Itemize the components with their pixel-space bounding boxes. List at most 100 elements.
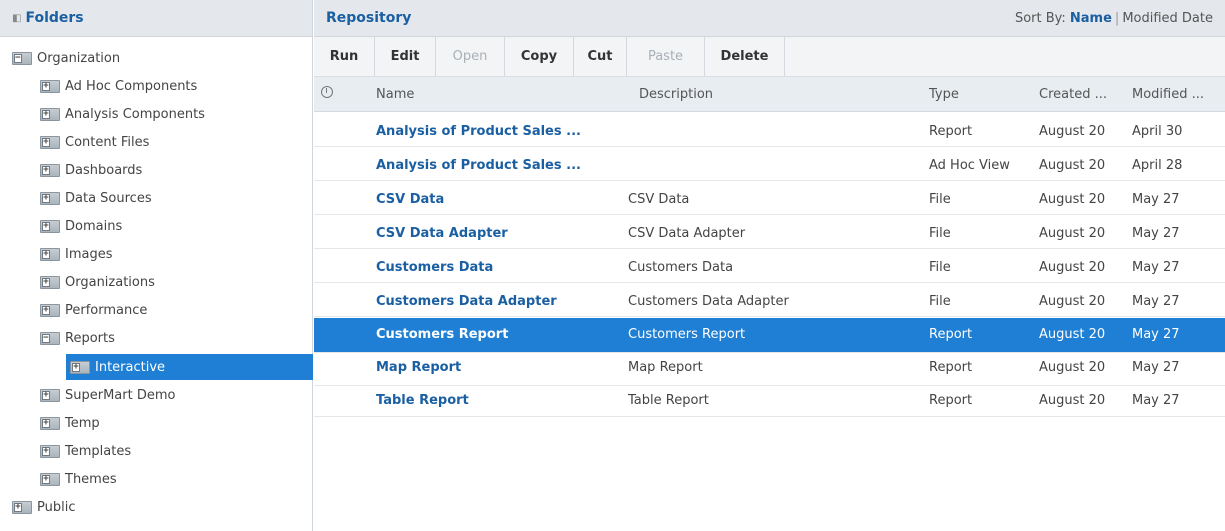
- resource-type: Report: [929, 327, 973, 342]
- cut-button[interactable]: Cut: [574, 37, 627, 76]
- open-button[interactable]: Open: [436, 37, 505, 76]
- tree-item-content-files[interactable]: + Content Files: [40, 129, 149, 155]
- resource-created: August 20: [1039, 294, 1106, 309]
- table-row[interactable]: Customers Data Adapter Customers Data Ad…: [314, 288, 1225, 317]
- folder-icon[interactable]: +: [40, 388, 60, 402]
- column-header-created[interactable]: Created ...: [1039, 87, 1107, 102]
- column-header-type[interactable]: Type: [929, 87, 959, 102]
- tree-item-label: Interactive: [95, 359, 166, 375]
- folder-icon[interactable]: +: [40, 107, 60, 121]
- tree-item-label: Templates: [65, 443, 132, 459]
- tree-item-dashboards[interactable]: + Dashboards: [40, 157, 142, 183]
- resource-created: August 20: [1039, 158, 1106, 173]
- resource-created: August 20: [1039, 360, 1106, 375]
- resource-type: Report: [929, 124, 973, 139]
- delete-button[interactable]: Delete: [705, 37, 785, 76]
- resource-modified: May 27: [1132, 192, 1180, 207]
- table-row[interactable]: CSV Data Adapter CSV Data Adapter File A…: [314, 220, 1225, 249]
- folder-icon[interactable]: +: [40, 135, 60, 149]
- collapse-panel-icon[interactable]: ◧: [12, 13, 21, 24]
- tree-item-domains[interactable]: + Domains: [40, 213, 122, 239]
- folder-icon[interactable]: +: [40, 163, 60, 177]
- resource-name-link[interactable]: Customers Report: [376, 327, 508, 342]
- tree-item-label: Performance: [65, 302, 148, 318]
- column-header-description[interactable]: Description: [639, 87, 713, 102]
- tree-item-label: Content Files: [65, 134, 150, 150]
- folder-icon[interactable]: +: [40, 275, 60, 289]
- table-row[interactable]: Analysis of Product Sales ... Report Aug…: [314, 118, 1225, 147]
- tree-item-ad-hoc-components[interactable]: + Ad Hoc Components: [40, 73, 197, 99]
- tree-item-analysis-components[interactable]: + Analysis Components: [40, 101, 205, 127]
- resource-name-link[interactable]: Analysis of Product Sales ...: [376, 124, 581, 139]
- tree-item-supermart-demo[interactable]: + SuperMart Demo: [40, 382, 175, 408]
- tree-item-organizations[interactable]: + Organizations: [40, 269, 155, 295]
- toolbar: Run Edit Open Copy Cut Paste Delete: [314, 37, 1225, 77]
- resource-created: August 20: [1039, 124, 1106, 139]
- table-row[interactable]: Customers Data Customers Data File Augus…: [314, 254, 1225, 283]
- tree-item-label: Dashboards: [65, 162, 143, 178]
- resource-name-link[interactable]: Customers Data: [376, 260, 493, 275]
- resource-created: August 20: [1039, 393, 1106, 408]
- sort-controls: Sort By: Name | Modified Date: [1015, 11, 1213, 26]
- column-header-modified[interactable]: Modified ...: [1132, 87, 1204, 102]
- folder-icon[interactable]: +: [40, 303, 60, 317]
- tree-item-interactive[interactable]: + Interactive: [66, 354, 313, 380]
- table-row[interactable]: Map Report Map Report Report August 20 M…: [314, 354, 1225, 386]
- paste-button[interactable]: Paste: [627, 37, 705, 76]
- folder-icon[interactable]: +: [12, 500, 32, 514]
- resource-name-link[interactable]: Map Report: [376, 360, 461, 375]
- tree-item-label: Data Sources: [65, 190, 152, 206]
- tree-item-organization[interactable]: − Organization: [12, 45, 120, 71]
- tree-item-performance[interactable]: + Performance: [40, 297, 147, 323]
- resource-description: Customers Data Adapter: [628, 294, 789, 309]
- folder-icon[interactable]: +: [70, 360, 90, 374]
- folder-icon[interactable]: +: [40, 247, 60, 261]
- resource-type: Report: [929, 393, 973, 408]
- tree-item-templates[interactable]: + Templates: [40, 438, 131, 464]
- resource-name-link[interactable]: Table Report: [376, 393, 469, 408]
- tree-item-data-sources[interactable]: + Data Sources: [40, 185, 152, 211]
- folder-icon[interactable]: +: [40, 219, 60, 233]
- tree-item-themes[interactable]: + Themes: [40, 466, 117, 492]
- folder-expanded-icon[interactable]: −: [40, 331, 60, 345]
- edit-button[interactable]: Edit: [375, 37, 436, 76]
- folder-icon[interactable]: +: [40, 416, 60, 430]
- tree-item-reports[interactable]: − Reports: [40, 325, 115, 351]
- table-row[interactable]: CSV Data CSV Data File August 20 May 27: [314, 186, 1225, 215]
- resource-description: CSV Data: [628, 192, 690, 207]
- resource-modified: May 27: [1132, 360, 1180, 375]
- copy-button[interactable]: Copy: [505, 37, 574, 76]
- tree-item-label: Analysis Components: [65, 106, 205, 122]
- tree-item-images[interactable]: + Images: [40, 241, 113, 267]
- sort-by-name-link[interactable]: Name: [1070, 11, 1112, 26]
- folder-icon[interactable]: +: [40, 191, 60, 205]
- resource-description: Customers Report: [628, 327, 746, 342]
- resource-name-link[interactable]: CSV Data: [376, 192, 444, 207]
- tree-item-label: Reports: [65, 330, 115, 346]
- tree-item-public[interactable]: + Public: [12, 494, 75, 520]
- resource-name-link[interactable]: Customers Data Adapter: [376, 294, 557, 309]
- resource-name-link[interactable]: Analysis of Product Sales ...: [376, 158, 581, 173]
- sort-by-label: Sort By:: [1014, 10, 1066, 26]
- clock-icon[interactable]: [321, 86, 333, 98]
- sort-by-modified-link[interactable]: Modified Date: [1122, 11, 1213, 26]
- column-header-name[interactable]: Name: [376, 87, 414, 102]
- resource-modified: May 27: [1132, 260, 1180, 275]
- folder-icon[interactable]: +: [40, 472, 60, 486]
- resource-description: CSV Data Adapter: [628, 226, 746, 241]
- folder-expanded-icon[interactable]: −: [12, 51, 32, 65]
- column-headers: Name Description Type Created ... Modifi…: [314, 77, 1225, 112]
- resource-description: Map Report: [628, 360, 703, 375]
- resource-type: Ad Hoc View: [929, 158, 1010, 173]
- tree-item-label: Organization: [37, 50, 121, 66]
- table-row[interactable]: Analysis of Product Sales ... Ad Hoc Vie…: [314, 152, 1225, 181]
- resource-created: August 20: [1039, 192, 1106, 207]
- tree-item-temp[interactable]: + Temp: [40, 410, 100, 436]
- table-row[interactable]: Customers Report Customers Report Report…: [314, 318, 1225, 353]
- folder-icon[interactable]: +: [40, 444, 60, 458]
- table-row[interactable]: Table Report Table Report Report August …: [314, 387, 1225, 417]
- run-button[interactable]: Run: [314, 37, 375, 76]
- folder-icon[interactable]: +: [40, 79, 60, 93]
- resource-name-link[interactable]: CSV Data Adapter: [376, 226, 508, 241]
- resource-type: File: [929, 260, 951, 275]
